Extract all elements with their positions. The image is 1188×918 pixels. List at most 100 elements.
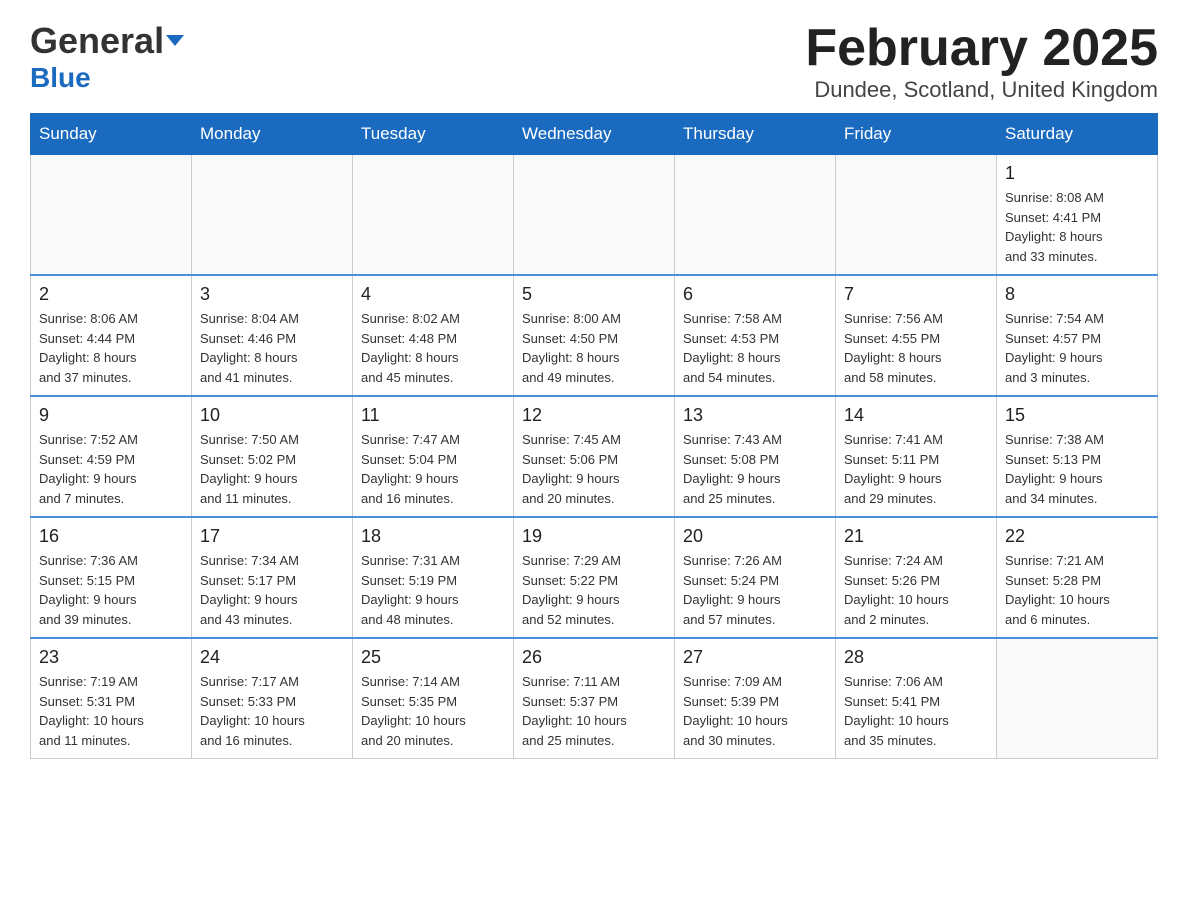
day-number: 5	[522, 284, 666, 305]
calendar-cell: 3 Sunrise: 8:04 AMSunset: 4:46 PMDaylight…	[192, 275, 353, 396]
col-thursday: Thursday	[675, 114, 836, 155]
calendar-cell: 28 Sunrise: 7:06 AMSunset: 5:41 PMDayligh…	[836, 638, 997, 759]
calendar-cell	[31, 155, 192, 276]
calendar-cell	[353, 155, 514, 276]
day-number: 12	[522, 405, 666, 426]
calendar-week-4: 16 Sunrise: 7:36 AMSunset: 5:15 PMDayligh…	[31, 517, 1158, 638]
day-info: Sunrise: 7:50 AMSunset: 5:02 PMDaylight:…	[200, 430, 344, 508]
calendar-week-5: 23 Sunrise: 7:19 AMSunset: 5:31 PMDayligh…	[31, 638, 1158, 759]
day-info: Sunrise: 7:36 AMSunset: 5:15 PMDaylight:…	[39, 551, 183, 629]
day-number: 23	[39, 647, 183, 668]
calendar-cell: 23 Sunrise: 7:19 AMSunset: 5:31 PMDayligh…	[31, 638, 192, 759]
calendar-cell: 9 Sunrise: 7:52 AMSunset: 4:59 PMDaylight…	[31, 396, 192, 517]
calendar-cell: 14 Sunrise: 7:41 AMSunset: 5:11 PMDayligh…	[836, 396, 997, 517]
day-info: Sunrise: 7:21 AMSunset: 5:28 PMDaylight:…	[1005, 551, 1149, 629]
calendar-cell: 6 Sunrise: 7:58 AMSunset: 4:53 PMDaylight…	[675, 275, 836, 396]
day-number: 25	[361, 647, 505, 668]
day-number: 3	[200, 284, 344, 305]
col-saturday: Saturday	[997, 114, 1158, 155]
calendar-week-2: 2 Sunrise: 8:06 AMSunset: 4:44 PMDaylight…	[31, 275, 1158, 396]
day-info: Sunrise: 8:08 AMSunset: 4:41 PMDaylight:…	[1005, 188, 1149, 266]
day-number: 16	[39, 526, 183, 547]
day-number: 19	[522, 526, 666, 547]
calendar-cell: 10 Sunrise: 7:50 AMSunset: 5:02 PMDayligh…	[192, 396, 353, 517]
logo: General Blue	[30, 20, 184, 94]
col-monday: Monday	[192, 114, 353, 155]
day-info: Sunrise: 7:54 AMSunset: 4:57 PMDaylight:…	[1005, 309, 1149, 387]
day-number: 22	[1005, 526, 1149, 547]
calendar-cell	[836, 155, 997, 276]
day-info: Sunrise: 7:47 AMSunset: 5:04 PMDaylight:…	[361, 430, 505, 508]
day-number: 2	[39, 284, 183, 305]
calendar-cell: 18 Sunrise: 7:31 AMSunset: 5:19 PMDayligh…	[353, 517, 514, 638]
logo-blue: Blue	[30, 62, 91, 94]
day-number: 26	[522, 647, 666, 668]
day-info: Sunrise: 7:19 AMSunset: 5:31 PMDaylight:…	[39, 672, 183, 750]
day-number: 14	[844, 405, 988, 426]
day-info: Sunrise: 7:14 AMSunset: 5:35 PMDaylight:…	[361, 672, 505, 750]
calendar-cell	[997, 638, 1158, 759]
col-wednesday: Wednesday	[514, 114, 675, 155]
calendar-cell: 21Sunrise: 7:24 AMSunset: 5:26 PMDayligh…	[836, 517, 997, 638]
calendar-cell: 12Sunrise: 7:45 AMSunset: 5:06 PMDayligh…	[514, 396, 675, 517]
day-info: Sunrise: 7:38 AMSunset: 5:13 PMDaylight:…	[1005, 430, 1149, 508]
day-number: 28	[844, 647, 988, 668]
calendar-cell: 1 Sunrise: 8:08 AMSunset: 4:41 PMDaylight…	[997, 155, 1158, 276]
day-number: 11	[361, 405, 505, 426]
calendar-cell: 25 Sunrise: 7:14 AMSunset: 5:35 PMDayligh…	[353, 638, 514, 759]
day-info: Sunrise: 7:26 AMSunset: 5:24 PMDaylight:…	[683, 551, 827, 629]
day-number: 6	[683, 284, 827, 305]
day-number: 1	[1005, 163, 1149, 184]
calendar-header-row: Sunday Monday Tuesday Wednesday Thursday…	[31, 114, 1158, 155]
month-title: February 2025	[805, 20, 1158, 77]
location: Dundee, Scotland, United Kingdom	[805, 77, 1158, 103]
calendar-cell	[514, 155, 675, 276]
day-number: 17	[200, 526, 344, 547]
day-info: Sunrise: 8:06 AMSunset: 4:44 PMDaylight:…	[39, 309, 183, 387]
title-section: February 2025 Dundee, Scotland, United K…	[805, 20, 1158, 103]
page-header: General Blue February 2025 Dundee, Scotl…	[30, 20, 1158, 103]
logo-triangle-icon	[166, 35, 184, 46]
day-info: Sunrise: 7:43 AMSunset: 5:08 PMDaylight:…	[683, 430, 827, 508]
calendar-cell: 2 Sunrise: 8:06 AMSunset: 4:44 PMDaylight…	[31, 275, 192, 396]
calendar-cell: 24Sunrise: 7:17 AMSunset: 5:33 PMDayligh…	[192, 638, 353, 759]
day-info: Sunrise: 8:02 AMSunset: 4:48 PMDaylight:…	[361, 309, 505, 387]
calendar-cell: 11 Sunrise: 7:47 AMSunset: 5:04 PMDayligh…	[353, 396, 514, 517]
calendar-cell: 16 Sunrise: 7:36 AMSunset: 5:15 PMDayligh…	[31, 517, 192, 638]
calendar-cell: 13 Sunrise: 7:43 AMSunset: 5:08 PMDayligh…	[675, 396, 836, 517]
day-info: Sunrise: 7:11 AMSunset: 5:37 PMDaylight:…	[522, 672, 666, 750]
col-friday: Friday	[836, 114, 997, 155]
day-info: Sunrise: 7:06 AMSunset: 5:41 PMDaylight:…	[844, 672, 988, 750]
day-number: 9	[39, 405, 183, 426]
calendar-table: Sunday Monday Tuesday Wednesday Thursday…	[30, 113, 1158, 759]
day-number: 18	[361, 526, 505, 547]
day-number: 15	[1005, 405, 1149, 426]
day-info: Sunrise: 7:41 AMSunset: 5:11 PMDaylight:…	[844, 430, 988, 508]
day-number: 7	[844, 284, 988, 305]
day-info: Sunrise: 8:00 AMSunset: 4:50 PMDaylight:…	[522, 309, 666, 387]
day-info: Sunrise: 7:52 AMSunset: 4:59 PMDaylight:…	[39, 430, 183, 508]
day-info: Sunrise: 7:29 AMSunset: 5:22 PMDaylight:…	[522, 551, 666, 629]
day-info: Sunrise: 7:34 AMSunset: 5:17 PMDaylight:…	[200, 551, 344, 629]
calendar-cell: 20Sunrise: 7:26 AMSunset: 5:24 PMDayligh…	[675, 517, 836, 638]
calendar-week-1: 1 Sunrise: 8:08 AMSunset: 4:41 PMDaylight…	[31, 155, 1158, 276]
day-number: 13	[683, 405, 827, 426]
day-info: Sunrise: 8:04 AMSunset: 4:46 PMDaylight:…	[200, 309, 344, 387]
calendar-cell: 26 Sunrise: 7:11 AMSunset: 5:37 PMDayligh…	[514, 638, 675, 759]
calendar-cell: 15 Sunrise: 7:38 AMSunset: 5:13 PMDayligh…	[997, 396, 1158, 517]
calendar-cell	[192, 155, 353, 276]
calendar-cell: 4Sunrise: 8:02 AMSunset: 4:48 PMDaylight…	[353, 275, 514, 396]
day-info: Sunrise: 7:09 AMSunset: 5:39 PMDaylight:…	[683, 672, 827, 750]
day-info: Sunrise: 7:31 AMSunset: 5:19 PMDaylight:…	[361, 551, 505, 629]
calendar-cell	[675, 155, 836, 276]
calendar-cell: 17 Sunrise: 7:34 AMSunset: 5:17 PMDayligh…	[192, 517, 353, 638]
day-number: 21	[844, 526, 988, 547]
calendar-cell: 27Sunrise: 7:09 AMSunset: 5:39 PMDayligh…	[675, 638, 836, 759]
day-number: 10	[200, 405, 344, 426]
calendar-cell: 7Sunrise: 7:56 AMSunset: 4:55 PMDaylight…	[836, 275, 997, 396]
logo-general: General	[30, 20, 164, 62]
day-number: 24	[200, 647, 344, 668]
col-tuesday: Tuesday	[353, 114, 514, 155]
day-info: Sunrise: 7:58 AMSunset: 4:53 PMDaylight:…	[683, 309, 827, 387]
day-number: 8	[1005, 284, 1149, 305]
